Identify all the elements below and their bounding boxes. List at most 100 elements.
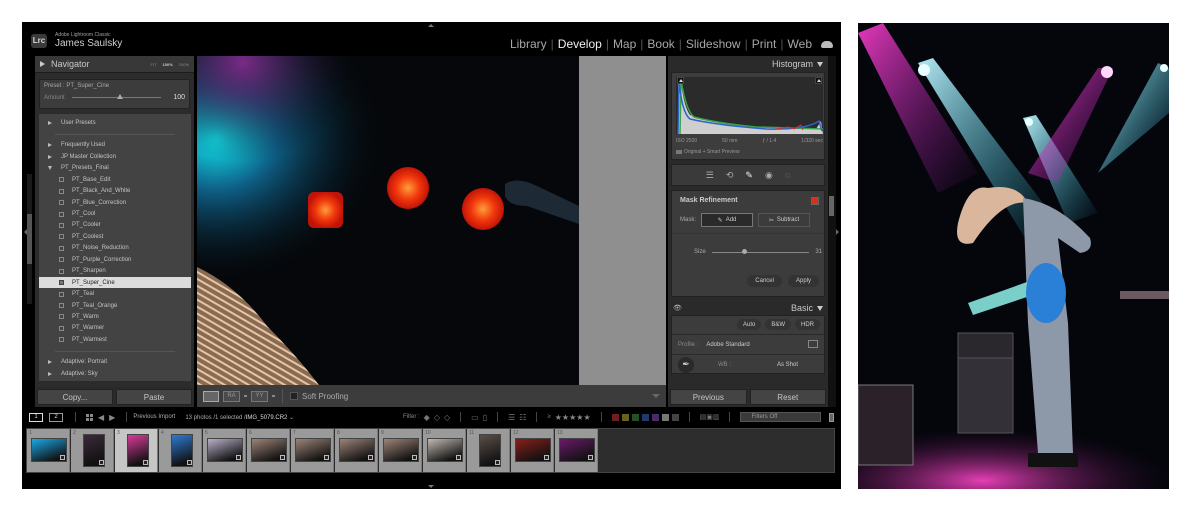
size-slider-knob[interactable] xyxy=(741,248,747,254)
cloud-sync-icon[interactable] xyxy=(821,40,833,48)
hdr-button[interactable]: HDR xyxy=(795,319,820,330)
preset-item[interactable]: PT_Super_Cine xyxy=(39,276,191,289)
preset-item[interactable]: PT_Blue_Correction xyxy=(39,197,191,208)
filmstrip-thumbnail[interactable]: 6 xyxy=(247,429,290,472)
preset-group[interactable]: User Presets xyxy=(39,117,191,129)
color-label-filter[interactable] xyxy=(651,413,659,421)
preset-item[interactable]: PT_Purple_Correction xyxy=(39,254,191,265)
flag-pick-filter-icon[interactable]: ◆ xyxy=(424,413,430,422)
reset-button[interactable]: Reset xyxy=(749,389,826,405)
secondary-window-button[interactable]: 2 xyxy=(49,412,63,422)
preset-group[interactable]: Frequently Used xyxy=(39,140,191,152)
soft-proofing-checkbox[interactable] xyxy=(290,392,298,400)
filmstrip-thumbnail[interactable]: 4 xyxy=(159,429,202,472)
previous-button[interactable]: Previous xyxy=(670,389,747,405)
collapse-filmstrip-arrow[interactable] xyxy=(428,485,434,488)
color-label-filter[interactable] xyxy=(661,413,669,421)
preset-item[interactable]: PT_Warm xyxy=(39,311,191,322)
mask-add-button[interactable]: ✎ Add xyxy=(701,213,754,227)
color-label-filter[interactable] xyxy=(641,413,649,421)
filmstrip-thumbnail[interactable]: 10 xyxy=(423,429,466,472)
filmstrip-thumbnail[interactable]: 8 xyxy=(335,429,378,472)
navigator-header[interactable]: Navigator FIT 100% 200% xyxy=(35,56,194,73)
mask-overlay-color-swatch[interactable] xyxy=(811,197,819,205)
size-value[interactable]: 31 xyxy=(815,249,822,255)
preset-item[interactable]: PT_Base_Edit xyxy=(39,174,191,185)
before-after-lr-button[interactable]: RA xyxy=(223,390,240,402)
right-panel-scroll-thumb[interactable] xyxy=(829,196,834,216)
preset-item[interactable]: PT_Teal xyxy=(39,288,191,299)
main-window-button[interactable]: 1 xyxy=(29,412,43,422)
toolbar-content-dropdown[interactable] xyxy=(652,394,660,398)
filmstrip-thumbnail[interactable]: 3 xyxy=(115,429,158,472)
amount-value[interactable]: 100 xyxy=(173,94,185,101)
preset-item[interactable]: PT_Coolest xyxy=(39,231,191,242)
preset-item[interactable]: PT_Noise_Reduction xyxy=(39,243,191,254)
filmstrip-thumbnail[interactable]: 9 xyxy=(379,429,422,472)
color-label-filter[interactable] xyxy=(671,413,679,421)
copy-button[interactable]: Copy... xyxy=(37,389,113,405)
preset-item[interactable]: PT_Cool xyxy=(39,208,191,219)
wb-eyedropper-icon[interactable]: ✒ xyxy=(678,356,694,373)
edit-sliders-icon[interactable]: ☰ xyxy=(706,170,714,181)
panel-visibility-eye-icon[interactable]: 👁 xyxy=(673,304,682,312)
module-map[interactable]: Map xyxy=(610,37,639,51)
rating-stars-filter[interactable]: ★★★★★ xyxy=(555,413,591,422)
loupe-view-button[interactable] xyxy=(203,390,219,402)
module-print[interactable]: Print xyxy=(749,37,780,51)
filmstrip-source[interactable]: Previous Import xyxy=(133,414,175,420)
wb-dropdown[interactable]: As Shot xyxy=(777,362,798,368)
filter-lock-toggle[interactable] xyxy=(829,412,835,422)
edited-filter-icon[interactable]: ☰ xyxy=(508,413,515,422)
histogram-graph[interactable] xyxy=(676,77,824,135)
photo-count[interactable]: 13 photos /1 selected /IMG_5079.CR2 ⌄ xyxy=(185,414,294,421)
image-canvas[interactable] xyxy=(197,56,666,385)
module-web[interactable]: Web xyxy=(785,37,815,51)
navigator-zoom-100[interactable]: 100% xyxy=(163,62,173,67)
filmstrip-thumbnail[interactable]: 7 xyxy=(291,429,334,472)
filter-preset-dropdown[interactable]: Filters Off xyxy=(740,412,822,422)
filmstrip-thumbnail[interactable]: 5 xyxy=(203,429,246,472)
filmstrip-thumbnail[interactable]: 12 xyxy=(511,429,554,472)
histogram-header[interactable]: Histogram xyxy=(668,56,828,72)
preset-group[interactable]: PT_Presets_Final xyxy=(39,163,191,175)
amount-slider[interactable] xyxy=(72,94,162,99)
preset-group[interactable]: Adaptive: Sky xyxy=(39,368,191,380)
flag-unflagged-filter-icon[interactable]: ◇ xyxy=(434,413,440,422)
preview-status[interactable]: Original + Smart Preview xyxy=(676,149,739,155)
virtual-copy-filter-icon[interactable]: ▯ xyxy=(483,413,487,422)
filmstrip-thumbnail[interactable]: 1 xyxy=(27,429,70,472)
navigator-zoom-fit[interactable]: FIT xyxy=(151,62,157,67)
color-label-filter[interactable] xyxy=(631,413,639,421)
color-label-filter[interactable] xyxy=(611,413,619,421)
mask-subtract-button[interactable]: ✂ Subtract xyxy=(758,213,811,227)
basic-header[interactable]: 👁 Basic xyxy=(668,301,828,315)
navigator-zoom-200[interactable]: 200% xyxy=(179,62,189,67)
size-slider[interactable] xyxy=(711,248,810,254)
back-arrow-icon[interactable]: ◀ xyxy=(98,413,104,422)
preset-item[interactable]: PT_Teal_Orange xyxy=(39,300,191,311)
profile-dropdown[interactable]: Adobe Standard xyxy=(706,342,749,348)
before-after-tb-button[interactable]: YY xyxy=(251,390,268,402)
left-panel-scrollbar[interactable] xyxy=(27,174,32,304)
shadow-clipping-toggle[interactable] xyxy=(677,77,684,84)
profile-browser-grid-icon[interactable] xyxy=(808,340,818,348)
filmstrip-thumbnail[interactable]: 13 xyxy=(555,429,598,472)
preset-group[interactable]: JP Master Collection xyxy=(39,151,191,163)
kind-filter-icons[interactable]: ▤▣▥ xyxy=(700,413,720,421)
left-panel-scroll-thumb[interactable] xyxy=(27,214,32,264)
preset-group[interactable]: Adaptive: Portrait xyxy=(39,357,191,369)
highlight-clipping-toggle[interactable] xyxy=(815,77,822,84)
healing-eraser-icon[interactable]: ✎ xyxy=(745,170,753,181)
photo-preview[interactable] xyxy=(197,56,579,385)
module-develop[interactable]: Develop xyxy=(555,37,605,51)
flag-rejected-filter-icon[interactable]: ◇ xyxy=(444,413,450,422)
amount-slider-knob[interactable] xyxy=(116,94,123,99)
mask-apply-button[interactable]: Apply xyxy=(787,275,819,287)
collapse-top-panel-arrow[interactable] xyxy=(428,24,434,27)
filmstrip-thumbnail[interactable]: 2 xyxy=(71,429,114,472)
before-after-options[interactable] xyxy=(244,395,247,397)
preset-item[interactable]: PT_Black_And_White xyxy=(39,185,191,196)
mask-cancel-button[interactable]: Cancel xyxy=(747,275,782,287)
red-eye-icon[interactable]: ◉ xyxy=(765,170,773,181)
